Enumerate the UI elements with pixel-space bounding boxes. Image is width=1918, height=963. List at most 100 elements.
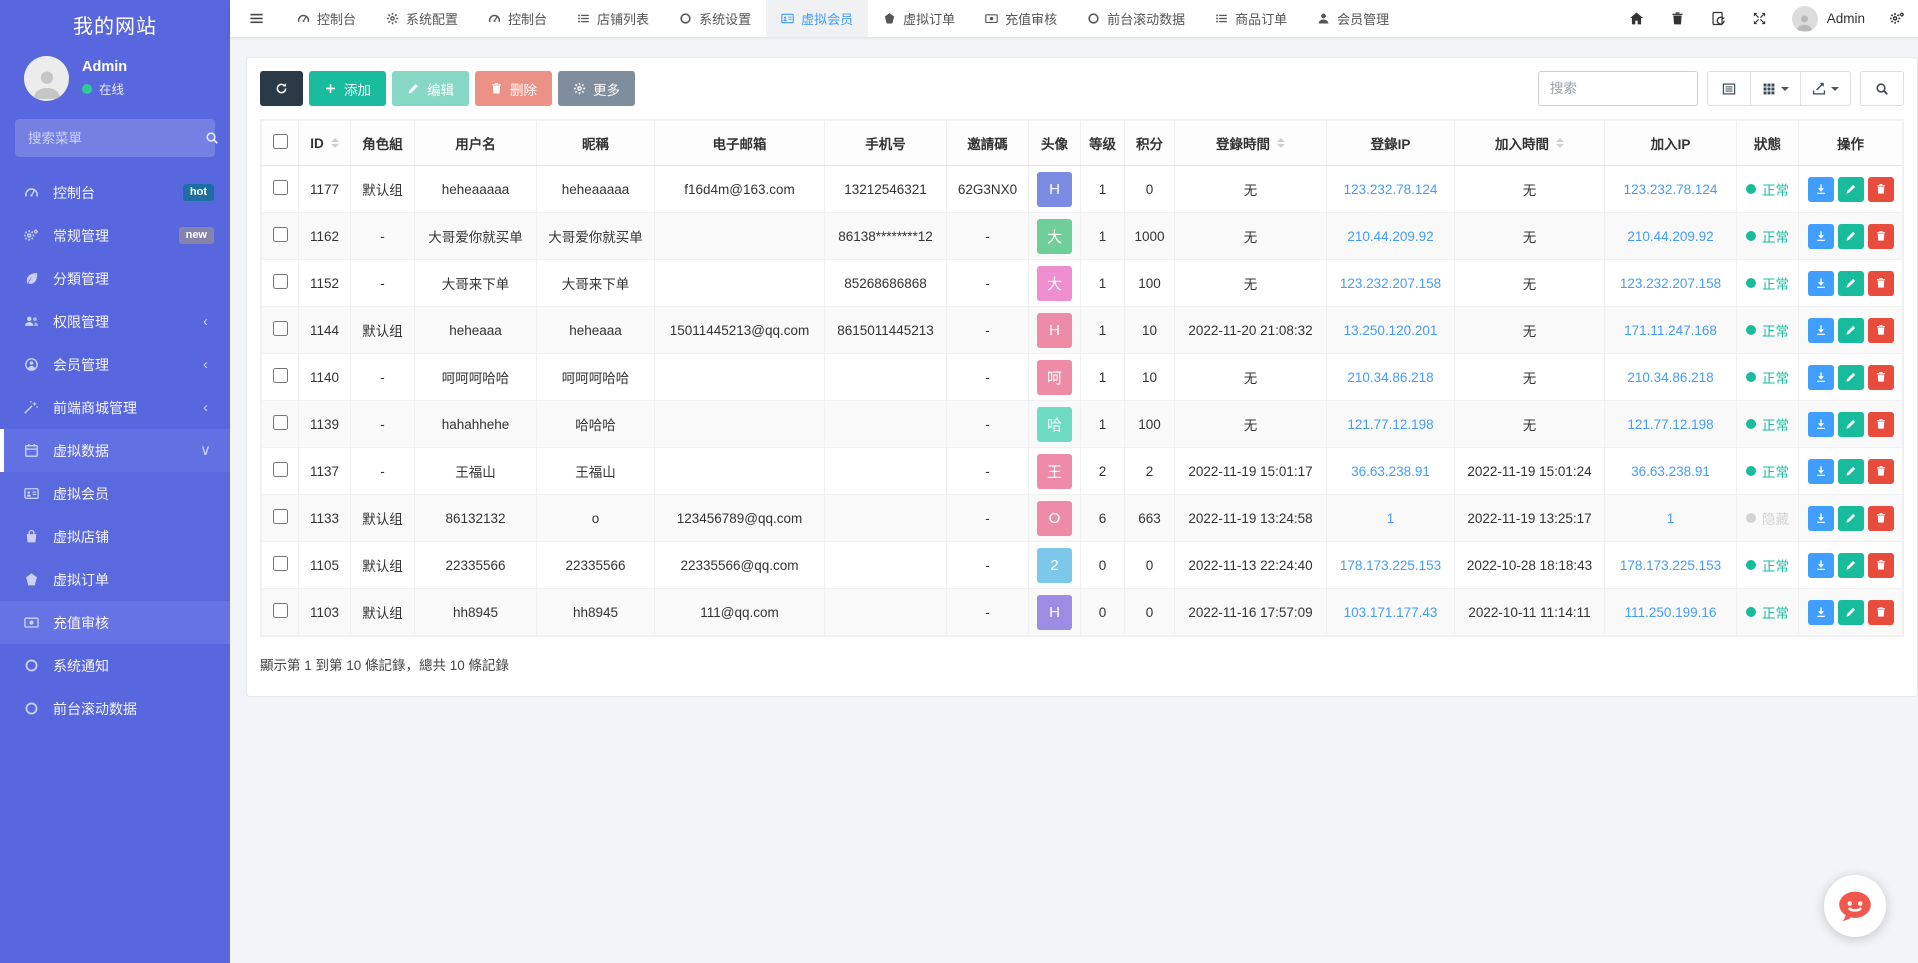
chat-button[interactable] [1824,875,1886,937]
column-header-12[interactable]: 加入時間 [1455,121,1605,166]
row-download-button[interactable] [1808,177,1834,202]
login-ip-link[interactable]: 123.232.78.124 [1344,182,1438,197]
search-button[interactable] [1860,71,1904,106]
row-download-button[interactable] [1808,600,1834,625]
row-delete-button[interactable] [1868,365,1894,390]
refresh-page-button[interactable] [1698,0,1739,37]
join-ip-link[interactable]: 123.232.78.124 [1624,182,1718,197]
row-delete-button[interactable] [1868,177,1894,202]
table-search-input[interactable] [1538,71,1698,106]
join-ip-link[interactable]: 123.232.207.158 [1620,276,1721,291]
row-edit-button[interactable] [1838,318,1864,343]
tab-front-scroll[interactable]: 前台滚动数据 [1072,0,1200,37]
row-edit-button[interactable] [1838,177,1864,202]
row-delete-button[interactable] [1868,318,1894,343]
row-checkbox[interactable] [273,509,288,524]
select-all-checkbox[interactable] [273,134,288,149]
row-download-button[interactable] [1808,459,1834,484]
tab-virtual-order[interactable]: 虚拟订单 [868,0,970,37]
row-download-button[interactable] [1808,553,1834,578]
column-header-0[interactable]: ID [299,121,351,166]
row-edit-button[interactable] [1838,459,1864,484]
home-button[interactable] [1616,0,1657,37]
login-ip-link[interactable]: 1 [1387,511,1395,526]
row-checkbox[interactable] [273,227,288,242]
row-delete-button[interactable] [1868,224,1894,249]
detail-view-button[interactable] [1707,71,1751,106]
join-ip-link[interactable]: 121.77.12.198 [1627,417,1713,432]
row-edit-button[interactable] [1838,224,1864,249]
row-download-button[interactable] [1808,271,1834,296]
login-ip-link[interactable]: 36.63.238.91 [1351,464,1430,479]
sidebar-item-virtual-shop[interactable]: 虚拟店铺 [0,515,230,558]
row-edit-button[interactable] [1838,365,1864,390]
row-delete-button[interactable] [1868,600,1894,625]
join-ip-link[interactable]: 171.11.247.168 [1624,323,1717,338]
row-delete-button[interactable] [1868,459,1894,484]
row-edit-button[interactable] [1838,600,1864,625]
login-ip-link[interactable]: 121.77.12.198 [1347,417,1433,432]
join-ip-link[interactable]: 210.34.86.218 [1627,370,1713,385]
tab-recharge-audit[interactable]: 充值审核 [970,0,1072,37]
admin-name[interactable]: Admin [1827,11,1865,26]
clear-cache-button[interactable] [1657,0,1698,37]
login-ip-link[interactable]: 103.171.177.43 [1344,605,1438,620]
more-button[interactable]: 更多 [558,71,635,106]
join-ip-link[interactable]: 111.250.199.16 [1625,605,1717,620]
add-button[interactable]: 添加 [309,71,386,106]
columns-button[interactable] [1751,71,1801,106]
user-profile[interactable]: Admin 在线 [0,48,230,113]
join-ip-link[interactable]: 210.44.209.92 [1627,229,1713,244]
sidebar-toggle[interactable] [230,0,282,37]
sidebar-item-auth[interactable]: 权限管理‹ [0,300,230,343]
join-ip-link[interactable]: 36.63.238.91 [1631,464,1710,479]
row-checkbox[interactable] [273,415,288,430]
login-ip-link[interactable]: 210.34.86.218 [1347,370,1433,385]
join-ip-link[interactable]: 1 [1667,511,1675,526]
sidebar-item-member[interactable]: 会员管理‹ [0,343,230,386]
row-delete-button[interactable] [1868,271,1894,296]
row-checkbox[interactable] [273,321,288,336]
row-checkbox[interactable] [273,556,288,571]
row-checkbox[interactable] [273,462,288,477]
row-delete-button[interactable] [1868,553,1894,578]
row-download-button[interactable] [1808,365,1834,390]
sidebar-item-virtual-data[interactable]: 虚拟数据∨ [0,429,230,472]
sidebar-item-mall[interactable]: 前端商城管理‹ [0,386,230,429]
login-ip-link[interactable]: 123.232.207.158 [1340,276,1441,291]
sidebar-item-dashboard[interactable]: 控制台hot [0,171,230,214]
row-checkbox[interactable] [273,368,288,383]
settings-gears-button[interactable] [1877,0,1918,37]
menu-search-input[interactable] [28,131,205,146]
tab-dashboard-1[interactable]: 控制台 [282,0,371,37]
login-ip-link[interactable]: 178.173.225.153 [1340,558,1441,573]
tab-shop-list[interactable]: 店铺列表 [562,0,664,37]
row-download-button[interactable] [1808,412,1834,437]
admin-avatar[interactable] [1792,6,1818,32]
edit-button[interactable]: 编辑 [392,71,469,106]
login-ip-link[interactable]: 210.44.209.92 [1347,229,1433,244]
tab-dashboard-2[interactable]: 控制台 [473,0,562,37]
export-button[interactable] [1801,71,1851,106]
row-edit-button[interactable] [1838,271,1864,296]
delete-button[interactable]: 删除 [475,71,552,106]
row-edit-button[interactable] [1838,506,1864,531]
row-download-button[interactable] [1808,318,1834,343]
tab-system-config[interactable]: 系统配置 [371,0,473,37]
row-checkbox[interactable] [273,603,288,618]
tab-goods-order[interactable]: 商品订单 [1200,0,1302,37]
row-delete-button[interactable] [1868,506,1894,531]
sidebar-item-virtual-order[interactable]: 虚拟订单 [0,558,230,601]
row-checkbox[interactable] [273,274,288,289]
sidebar-item-front-scroll[interactable]: 前台滚动数据 [0,687,230,730]
sidebar-item-category[interactable]: 分類管理 [0,257,230,300]
sidebar-item-recharge-audit[interactable]: 充值审核 [0,601,230,644]
row-edit-button[interactable] [1838,412,1864,437]
sidebar-item-virtual-member[interactable]: 虚拟会员 [0,472,230,515]
column-header-10[interactable]: 登錄時間 [1175,121,1327,166]
tab-system-settings[interactable]: 系统设置 [664,0,766,37]
row-edit-button[interactable] [1838,553,1864,578]
sidebar-item-general[interactable]: 常规管理new [0,214,230,257]
tab-member-manage[interactable]: 会员管理 [1302,0,1404,37]
login-ip-link[interactable]: 13.250.120.201 [1344,323,1438,338]
